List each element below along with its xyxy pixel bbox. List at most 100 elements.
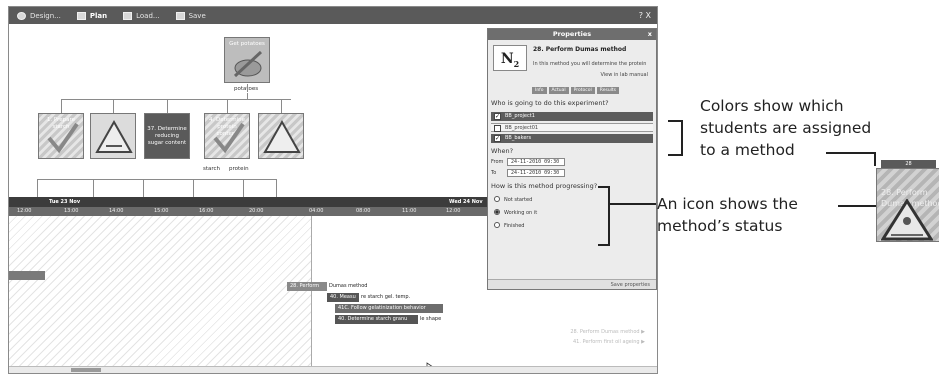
timeline-bar-2-label: 40. Measu	[330, 294, 356, 300]
annotation-icon-line1: An icon shows the	[657, 195, 798, 213]
method-node-root[interactable]: Get potatoes	[224, 37, 270, 83]
timeline-bar-3[interactable]: 41C. Follow gelatinization behavior	[335, 304, 443, 313]
radio-icon[interactable]	[494, 196, 500, 202]
to-row: To 24-11-2010 09:30	[491, 169, 565, 177]
properties-title: Properties	[552, 30, 592, 38]
design-icon	[17, 11, 26, 20]
tab-info[interactable]: Info	[532, 87, 547, 94]
design-label: Design...	[30, 11, 61, 20]
save-menu-button[interactable]: Save	[168, 7, 214, 24]
annotation-colors-line2: students are assigned	[700, 119, 872, 137]
method-node-5[interactable]	[258, 113, 304, 159]
bracket-status-pointer	[610, 203, 656, 205]
zoomed-node-body: 28. Perform Dumas method	[876, 168, 939, 242]
day-label-1: Tue 23 Nov	[49, 199, 81, 205]
radio-icon[interactable]	[494, 222, 500, 228]
method-node-3[interactable]: 37. Determine reducing sugar content	[144, 113, 190, 159]
from-row: From 24-11-2010 09:30	[491, 158, 565, 166]
timeline-bar-2[interactable]: 40. Measu re starch gel. temp.	[327, 293, 410, 302]
pointer-line-colors	[826, 152, 876, 154]
student-row-2[interactable]: BB_project01	[491, 123, 653, 132]
timeline-bar-1[interactable]: 28. Perform Dumas method	[287, 282, 367, 291]
save-properties-button[interactable]: Save properties	[488, 279, 656, 289]
check-icon	[47, 122, 79, 154]
warning-triangle-icon	[95, 119, 133, 153]
tab-results[interactable]: Results	[596, 87, 620, 94]
tab-actual[interactable]: Actual	[548, 87, 569, 94]
formula-sub: 2	[513, 58, 520, 69]
timeline-bar-4-tail: le shape	[420, 316, 442, 322]
hour-label: 15:00	[154, 208, 169, 214]
scrollbar-thumb[interactable]	[71, 368, 101, 372]
hour-label: 11:00	[402, 208, 417, 214]
zoomed-node-header: 28	[881, 160, 936, 168]
tab-protocol[interactable]: Protocol	[570, 87, 595, 94]
to-date-field[interactable]: 24-11-2010 09:30	[507, 169, 565, 177]
window-controls[interactable]: ? X	[639, 7, 651, 24]
lab-manual-link[interactable]: View in lab manual	[600, 72, 648, 78]
question-who: Who is going to do this experiment?	[491, 99, 609, 107]
hour-label: 12:00	[446, 208, 461, 214]
save-properties-label: Save properties	[610, 282, 650, 288]
status-finished[interactable]: Finished	[494, 222, 524, 229]
upcoming-method-2[interactable]: 41. Perform first oil ageing ▶	[573, 339, 645, 345]
sub-caption-starch: starch	[203, 166, 221, 172]
method-node-2[interactable]	[90, 113, 136, 159]
timeline-bar-2-tail: re starch gel. temp.	[361, 294, 411, 300]
student-name-3: BB_bakers	[505, 135, 532, 141]
radio-icon[interactable]	[494, 209, 500, 215]
formula-main: N	[500, 51, 514, 67]
hour-label: 12:00	[17, 208, 32, 214]
status-not-started[interactable]: Not started	[494, 196, 532, 203]
load-menu-button[interactable]: Load...	[115, 7, 167, 24]
properties-panel: Properties x N2 28. Perform Dumas method…	[487, 28, 657, 290]
timeline-bar-4[interactable]: 40. Determine starch granu le shape	[335, 315, 441, 324]
hour-label: 16:00	[199, 208, 214, 214]
annotation-colors-line1: Colors show which	[700, 97, 844, 115]
method-formula-icon: N2	[493, 45, 527, 71]
horizontal-scrollbar[interactable]	[9, 366, 657, 373]
plan-label: Plan	[89, 11, 108, 20]
annotation-icon-line2: method’s status	[657, 217, 783, 235]
save-label: Save	[188, 11, 206, 20]
hour-label: 14:00	[109, 208, 124, 214]
student-row-3[interactable]: ✓ BB_bakers	[491, 134, 653, 143]
method-node-1[interactable]: 1. Prepare starch	[38, 113, 84, 159]
annotation-icon: An icon shows the method’s status	[657, 193, 798, 237]
student-checkbox-1[interactable]: ✓	[494, 113, 501, 120]
timeline-bar-1-tail: Dumas method	[329, 283, 368, 289]
status-label: Not started	[504, 197, 533, 203]
hour-label: 20:00	[249, 208, 264, 214]
bracket-status-bottom	[598, 244, 610, 246]
plan-menu-button[interactable]: Plan	[69, 7, 115, 24]
hour-label: 13:00	[64, 208, 79, 214]
folder-icon	[123, 11, 133, 20]
close-icon[interactable]: x	[648, 29, 652, 40]
status-working[interactable]: Working on it	[494, 209, 537, 216]
timeline-bar-left[interactable]	[9, 271, 45, 280]
bracket-top	[668, 120, 682, 122]
from-label: From	[491, 159, 504, 165]
student-checkbox-2[interactable]	[494, 125, 501, 132]
load-label: Load...	[136, 11, 160, 20]
from-date-field[interactable]: 24-11-2010 09:30	[507, 158, 565, 166]
student-row-1[interactable]: ✓ BB_project1	[491, 112, 653, 121]
upcoming-method-1[interactable]: 28. Perform Dumas method ▶	[570, 329, 645, 335]
bracket-status-vertical	[608, 186, 610, 246]
check-icon	[213, 122, 245, 154]
student-name-2: BB_project01	[505, 125, 539, 131]
day-label-2: Wed 24 Nov	[449, 199, 483, 205]
status-label: Working on it	[504, 210, 538, 216]
bracket-status-top	[598, 186, 610, 188]
method-node-4[interactable]: 4. Determine protein content	[204, 113, 250, 159]
student-checkbox-3[interactable]: ✓	[494, 135, 501, 142]
annotation-colors-line3: to a method	[700, 141, 795, 159]
method-title: 28. Perform Dumas method	[533, 46, 627, 53]
timeline-bar-1-label: 28. Perform	[290, 283, 320, 289]
sub-caption-protein: protein	[229, 166, 249, 172]
to-label: To	[491, 170, 497, 176]
properties-header: Properties x	[488, 29, 656, 40]
timeline-bar-3-label: 41C. Follow gelatinization behavior	[338, 305, 426, 311]
main-toolbar: Design... Plan Load... Save ? X	[9, 7, 657, 24]
design-menu-button[interactable]: Design...	[9, 7, 69, 24]
